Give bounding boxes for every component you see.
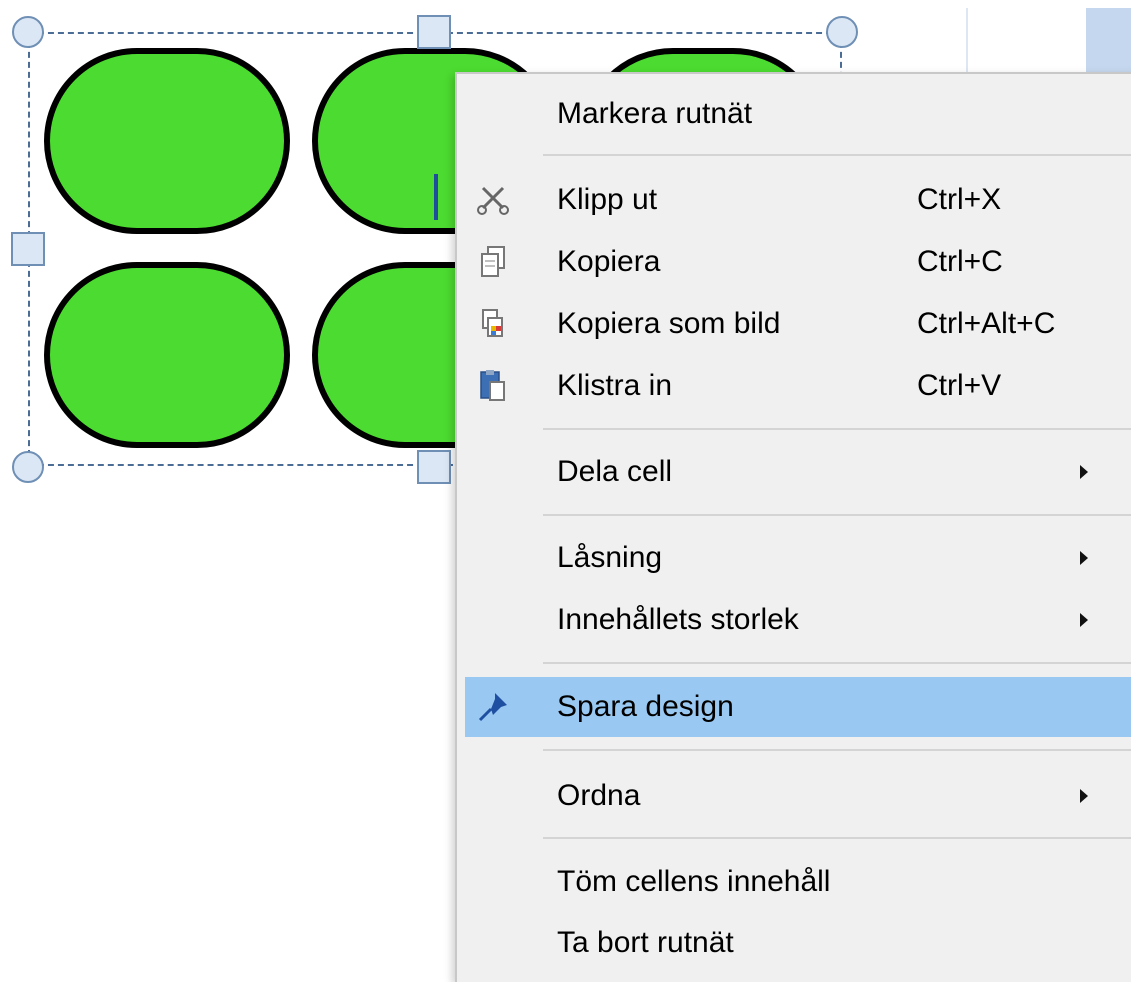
menu-item-label: Dela cell [557, 455, 673, 488]
menu-separator [543, 428, 1131, 430]
menu-item-label: Innehållets storlek [557, 603, 799, 636]
canvas-side-panel [1086, 8, 1131, 74]
menu-item-label: Ordna [557, 779, 641, 812]
menu-item-delete-grid[interactable]: Ta bort rutnät [465, 913, 1131, 973]
text-caret [434, 174, 438, 220]
menu-item-paste[interactable]: Klistra in Ctrl+V [465, 356, 1131, 416]
submenu-arrow-icon [1080, 613, 1088, 627]
menu-item-content-size[interactable]: Innehållets storlek [465, 590, 1131, 650]
grid-cell-shape[interactable] [44, 48, 290, 234]
menu-separator [543, 662, 1131, 664]
menu-item-select-grid[interactable]: Markera rutnät [465, 84, 1131, 144]
pin-icon [475, 689, 511, 725]
submenu-arrow-icon [1080, 789, 1088, 803]
context-menu: Markera rutnät Klipp ut Ctrl+X Kopiera C… [455, 72, 1131, 982]
menu-item-shortcut: Ctrl+C [917, 245, 1003, 278]
menu-item-label: Markera rutnät [557, 97, 753, 130]
menu-item-label: Spara design [557, 690, 734, 723]
menu-item-clear-cell-content[interactable]: Töm cellens innehåll [465, 852, 1131, 912]
resize-handle-top-left[interactable] [12, 16, 44, 48]
menu-item-save-design[interactable]: Spara design [465, 677, 1131, 737]
menu-item-split-cell[interactable]: Dela cell [465, 442, 1131, 502]
grid-cell-shape[interactable] [44, 262, 290, 448]
menu-separator [543, 749, 1131, 751]
submenu-arrow-icon [1080, 551, 1088, 565]
copy-as-image-icon [475, 306, 511, 342]
menu-item-locking[interactable]: Låsning [465, 528, 1131, 588]
menu-item-label: Låsning [557, 541, 663, 574]
menu-separator [543, 154, 1131, 156]
menu-item-label: Klistra in [557, 369, 673, 402]
resize-handle-top-right[interactable] [826, 16, 858, 48]
menu-item-label: Ta bort rutnät [557, 926, 734, 959]
canvas-divider [966, 8, 968, 74]
menu-item-label: Töm cellens innehåll [557, 865, 831, 898]
menu-item-shortcut: Ctrl+Alt+C [917, 307, 1056, 340]
menu-item-label: Kopiera [557, 245, 661, 278]
resize-handle-left[interactable] [11, 232, 45, 266]
menu-item-arrange[interactable]: Ordna [465, 766, 1131, 826]
resize-handle-bottom[interactable] [417, 450, 451, 484]
menu-item-copy[interactable]: Kopiera Ctrl+C [465, 232, 1131, 292]
resize-handle-top[interactable] [417, 15, 451, 49]
paste-icon [475, 368, 511, 404]
menu-item-shortcut: Ctrl+X [917, 183, 1002, 216]
scissors-icon [475, 182, 511, 218]
menu-item-cut[interactable]: Klipp ut Ctrl+X [465, 170, 1131, 230]
menu-separator [543, 837, 1131, 839]
copy-icon [475, 244, 511, 280]
resize-handle-bottom-left[interactable] [12, 451, 44, 483]
submenu-arrow-icon [1080, 465, 1088, 479]
menu-item-shortcut: Ctrl+V [917, 369, 1002, 402]
menu-item-copy-as-image[interactable]: Kopiera som bild Ctrl+Alt+C [465, 294, 1131, 354]
menu-item-label: Klipp ut [557, 183, 658, 216]
menu-separator [543, 514, 1131, 516]
menu-item-label: Kopiera som bild [557, 307, 781, 340]
